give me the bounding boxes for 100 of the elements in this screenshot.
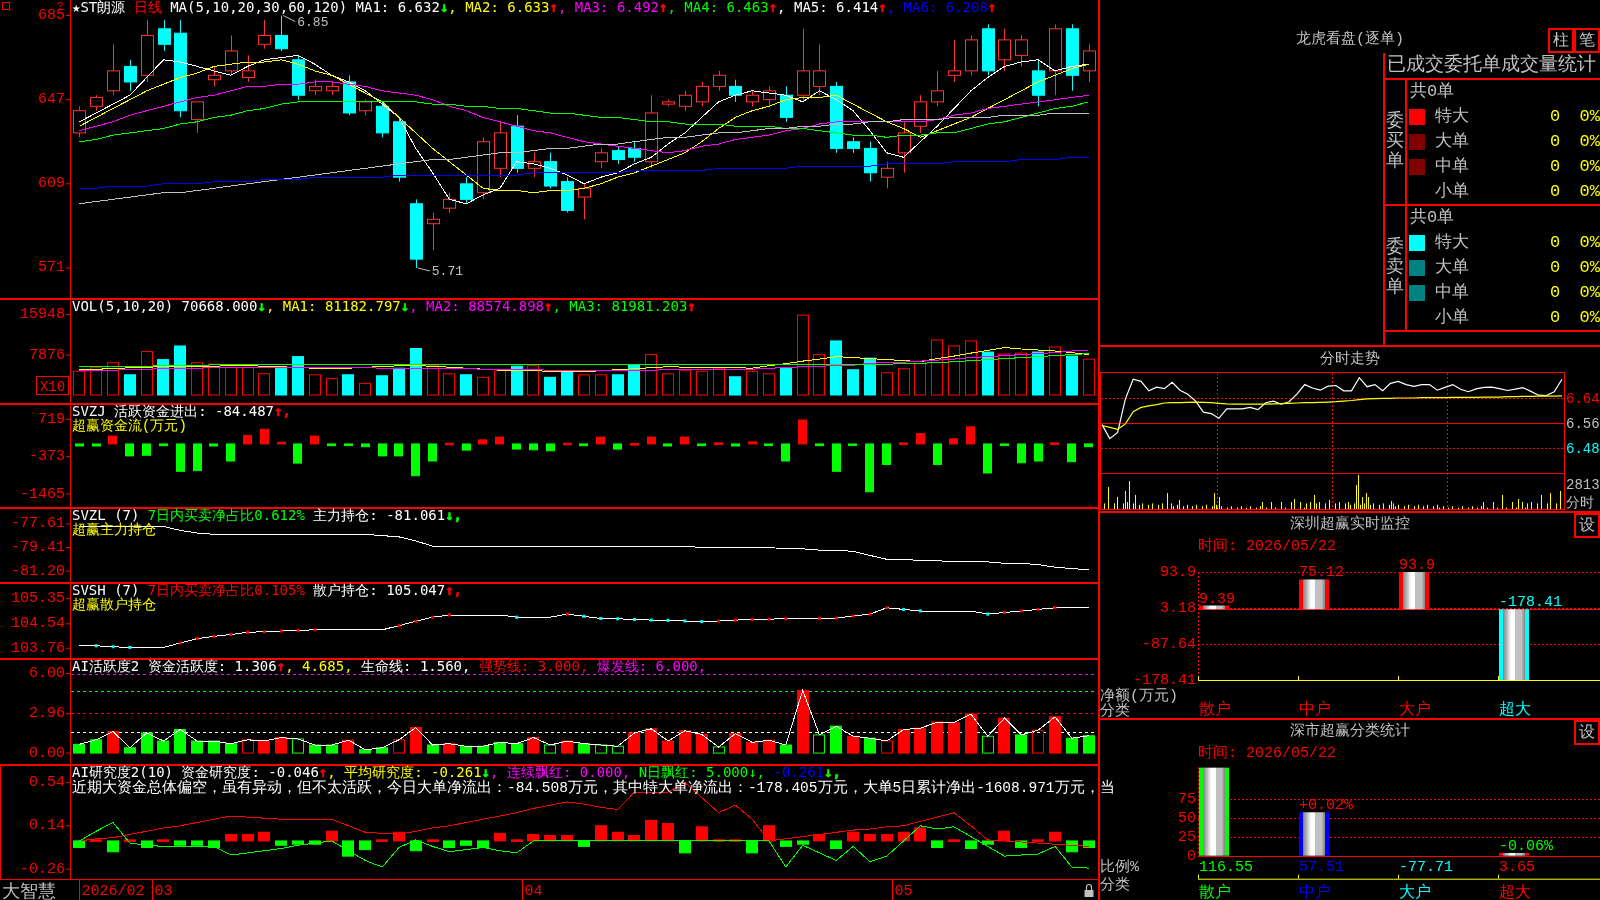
price-annotation: 5.71	[431, 264, 463, 279]
date-label: 04	[524, 883, 543, 900]
axis-tick-label: 719	[38, 410, 65, 428]
axis-tick-label: 6.48	[1566, 440, 1600, 457]
axis-title: 分类	[1100, 877, 1130, 894]
order-count: 0	[1548, 181, 1562, 203]
order-percent: 0%	[1578, 307, 1600, 329]
order-count: 0	[1548, 257, 1562, 279]
bar-value-label: 3.65	[1499, 859, 1535, 876]
category-label: 中户	[1299, 884, 1331, 900]
timestamp: 时间: 2026/05/22	[1198, 538, 1337, 555]
category-label: 散户	[1199, 701, 1231, 718]
axis-tick-label: -77.61	[11, 515, 65, 533]
axis-tick-label: 7876	[29, 346, 65, 364]
category-label: 超大	[1499, 884, 1531, 900]
axis-tick-label: 0.14	[29, 817, 65, 835]
axis-tick-label: 0	[1187, 848, 1196, 865]
indicator-legend: ★ST朗源 日线 MA(5,10,20,30,60,120) MA1: 6.632↓, MA2: 6.633↑, MA3: 6.492↑, MA4: 6.463↑, MA5: 6.414↑, MA6: 6.208↑	[72, 0, 997, 15]
indicator-legend: SVSH (7) 7日内买卖净占比0.105% 散户持仓: 105.047↑,	[72, 583, 463, 598]
axis-tick-label: 15948	[20, 305, 65, 323]
table-title: 已成交委托单成交量统计	[1385, 53, 1600, 80]
order-count: 0	[1548, 106, 1562, 128]
axis-tick-label: 93.9	[1160, 564, 1196, 581]
order-type-label: 中单	[1435, 156, 1470, 178]
axis-tick-label: -87.64	[1142, 636, 1196, 653]
axis-tick-label: 75	[1178, 791, 1196, 808]
axis-tick-label: -79.41	[11, 539, 65, 557]
indicator-legend: SVZL (7) 7日内买卖净占比0.612% 主力持仓: -81.061↓,	[72, 508, 463, 523]
order-total: 共0单	[1410, 82, 1455, 101]
order-percent: 0%	[1578, 232, 1600, 254]
axis-tick-label: 6.64	[1566, 390, 1600, 407]
group-label: 委买单	[1386, 112, 1404, 172]
order-count: 0	[1548, 131, 1562, 153]
order-type-label: 大单	[1435, 257, 1470, 279]
axis-tick-label: 6.56	[1566, 415, 1600, 432]
volume-max-label: 2813	[1566, 477, 1600, 493]
category-label: 散户	[1199, 884, 1231, 900]
order-count: 0	[1548, 156, 1562, 178]
indicator-legend: VOL(5,10,20) 70668.000↓, MA1: 81182.797↓, MA2: 88574.898↑, MA3: 81981.203↑	[72, 299, 696, 314]
order-percent: 0%	[1578, 131, 1600, 153]
order-type-label: 特大	[1435, 106, 1470, 128]
axis-tick-label: 25	[1178, 829, 1196, 846]
category-label: 中户	[1299, 701, 1331, 718]
axis-tick-label: -1465	[20, 485, 65, 503]
order-count: 0	[1548, 307, 1562, 329]
category-label: 大户	[1399, 701, 1431, 718]
order-total: 共0单	[1410, 208, 1455, 227]
price-annotation: 6.85	[297, 14, 329, 30]
bar-value-label: -178.41	[1499, 594, 1562, 612]
order-type-label: 小单	[1435, 307, 1470, 329]
axis-tick-label: -81.20	[11, 562, 65, 580]
date-label: 05	[894, 883, 913, 900]
bar-value-label: -77.71	[1399, 859, 1453, 876]
category-label: 超大	[1499, 701, 1531, 718]
axis-tick-label: 2.96	[29, 705, 65, 723]
order-type-label: 特大	[1435, 232, 1470, 254]
axis-tick-label: 0.54	[29, 773, 65, 791]
change-label: -0.06%	[1499, 837, 1553, 855]
axis-title: 分类	[1100, 703, 1130, 718]
panel-title: 分时走势	[1319, 349, 1381, 370]
order-count: 0	[1548, 282, 1562, 304]
date-label: 2026/02	[81, 883, 145, 900]
axis-tick-label: 571	[38, 259, 65, 277]
panel-title: 龙虎看盘(逐单)	[1296, 29, 1404, 51]
axis-tick-label: 104.54	[11, 615, 65, 633]
panel-title: 深圳超赢实时监控	[1290, 514, 1410, 535]
order-type-label: 小单	[1435, 181, 1470, 203]
order-type-label: 中单	[1435, 282, 1470, 304]
order-percent: 0%	[1578, 181, 1600, 203]
order-percent: 0%	[1578, 257, 1600, 279]
bar-value-label: 57.51	[1299, 859, 1344, 876]
order-percent: 0%	[1578, 156, 1600, 178]
axis-tick-label: 105.35	[11, 589, 65, 607]
unit-label: X10	[36, 376, 69, 395]
indicator-subtitle: 超赢主力持仓	[72, 523, 156, 538]
axis-tick-label: 609	[38, 175, 65, 193]
bar-value-label: 93.9	[1399, 557, 1435, 574]
axis-tick-label: 647	[38, 91, 65, 109]
axis-tick-label: 3.18	[1160, 600, 1196, 617]
order-type-label: 大单	[1435, 131, 1470, 153]
volume-caption: 分时	[1566, 495, 1594, 511]
indicator-legend: AI活跃度2 资金活跃度: 1.306↑, 4.685, 生命线: 1.560, 强势线: 3.000, 爆发线: 6.000,	[72, 659, 707, 674]
indicator-legend: AI研究度2(10) 资金研究度: -0.046↑, 平均研究度: -0.261↓, 连续飘红: 0.000, N日飘红: 5.000↓, -0.261↓,	[72, 765, 841, 780]
date-label: 03	[154, 883, 173, 900]
order-count: 0	[1548, 232, 1562, 254]
axis-tick-label: 103.76	[11, 639, 65, 657]
axis-tick-label: 0.00	[29, 744, 65, 762]
panel-title: 深市超赢分类统计	[1290, 721, 1410, 742]
order-percent: 0%	[1578, 282, 1600, 304]
indicator-subtitle: 超赢散户持仓	[72, 598, 156, 613]
axis-tick-label: -0.26	[20, 860, 65, 878]
group-label: 委卖单	[1386, 238, 1404, 298]
axis-tick-label: -373	[29, 448, 65, 466]
bar-value-label: 116.55	[1199, 859, 1253, 876]
brand-label: 大智慧	[2, 882, 56, 900]
order-percent: 0%	[1578, 106, 1600, 128]
bar-value-label: 9.39	[1199, 590, 1235, 608]
category-label: 大户	[1399, 884, 1431, 900]
axis-tick-label: 6.00	[29, 665, 65, 683]
timestamp: 时间: 2026/05/22	[1198, 745, 1337, 762]
